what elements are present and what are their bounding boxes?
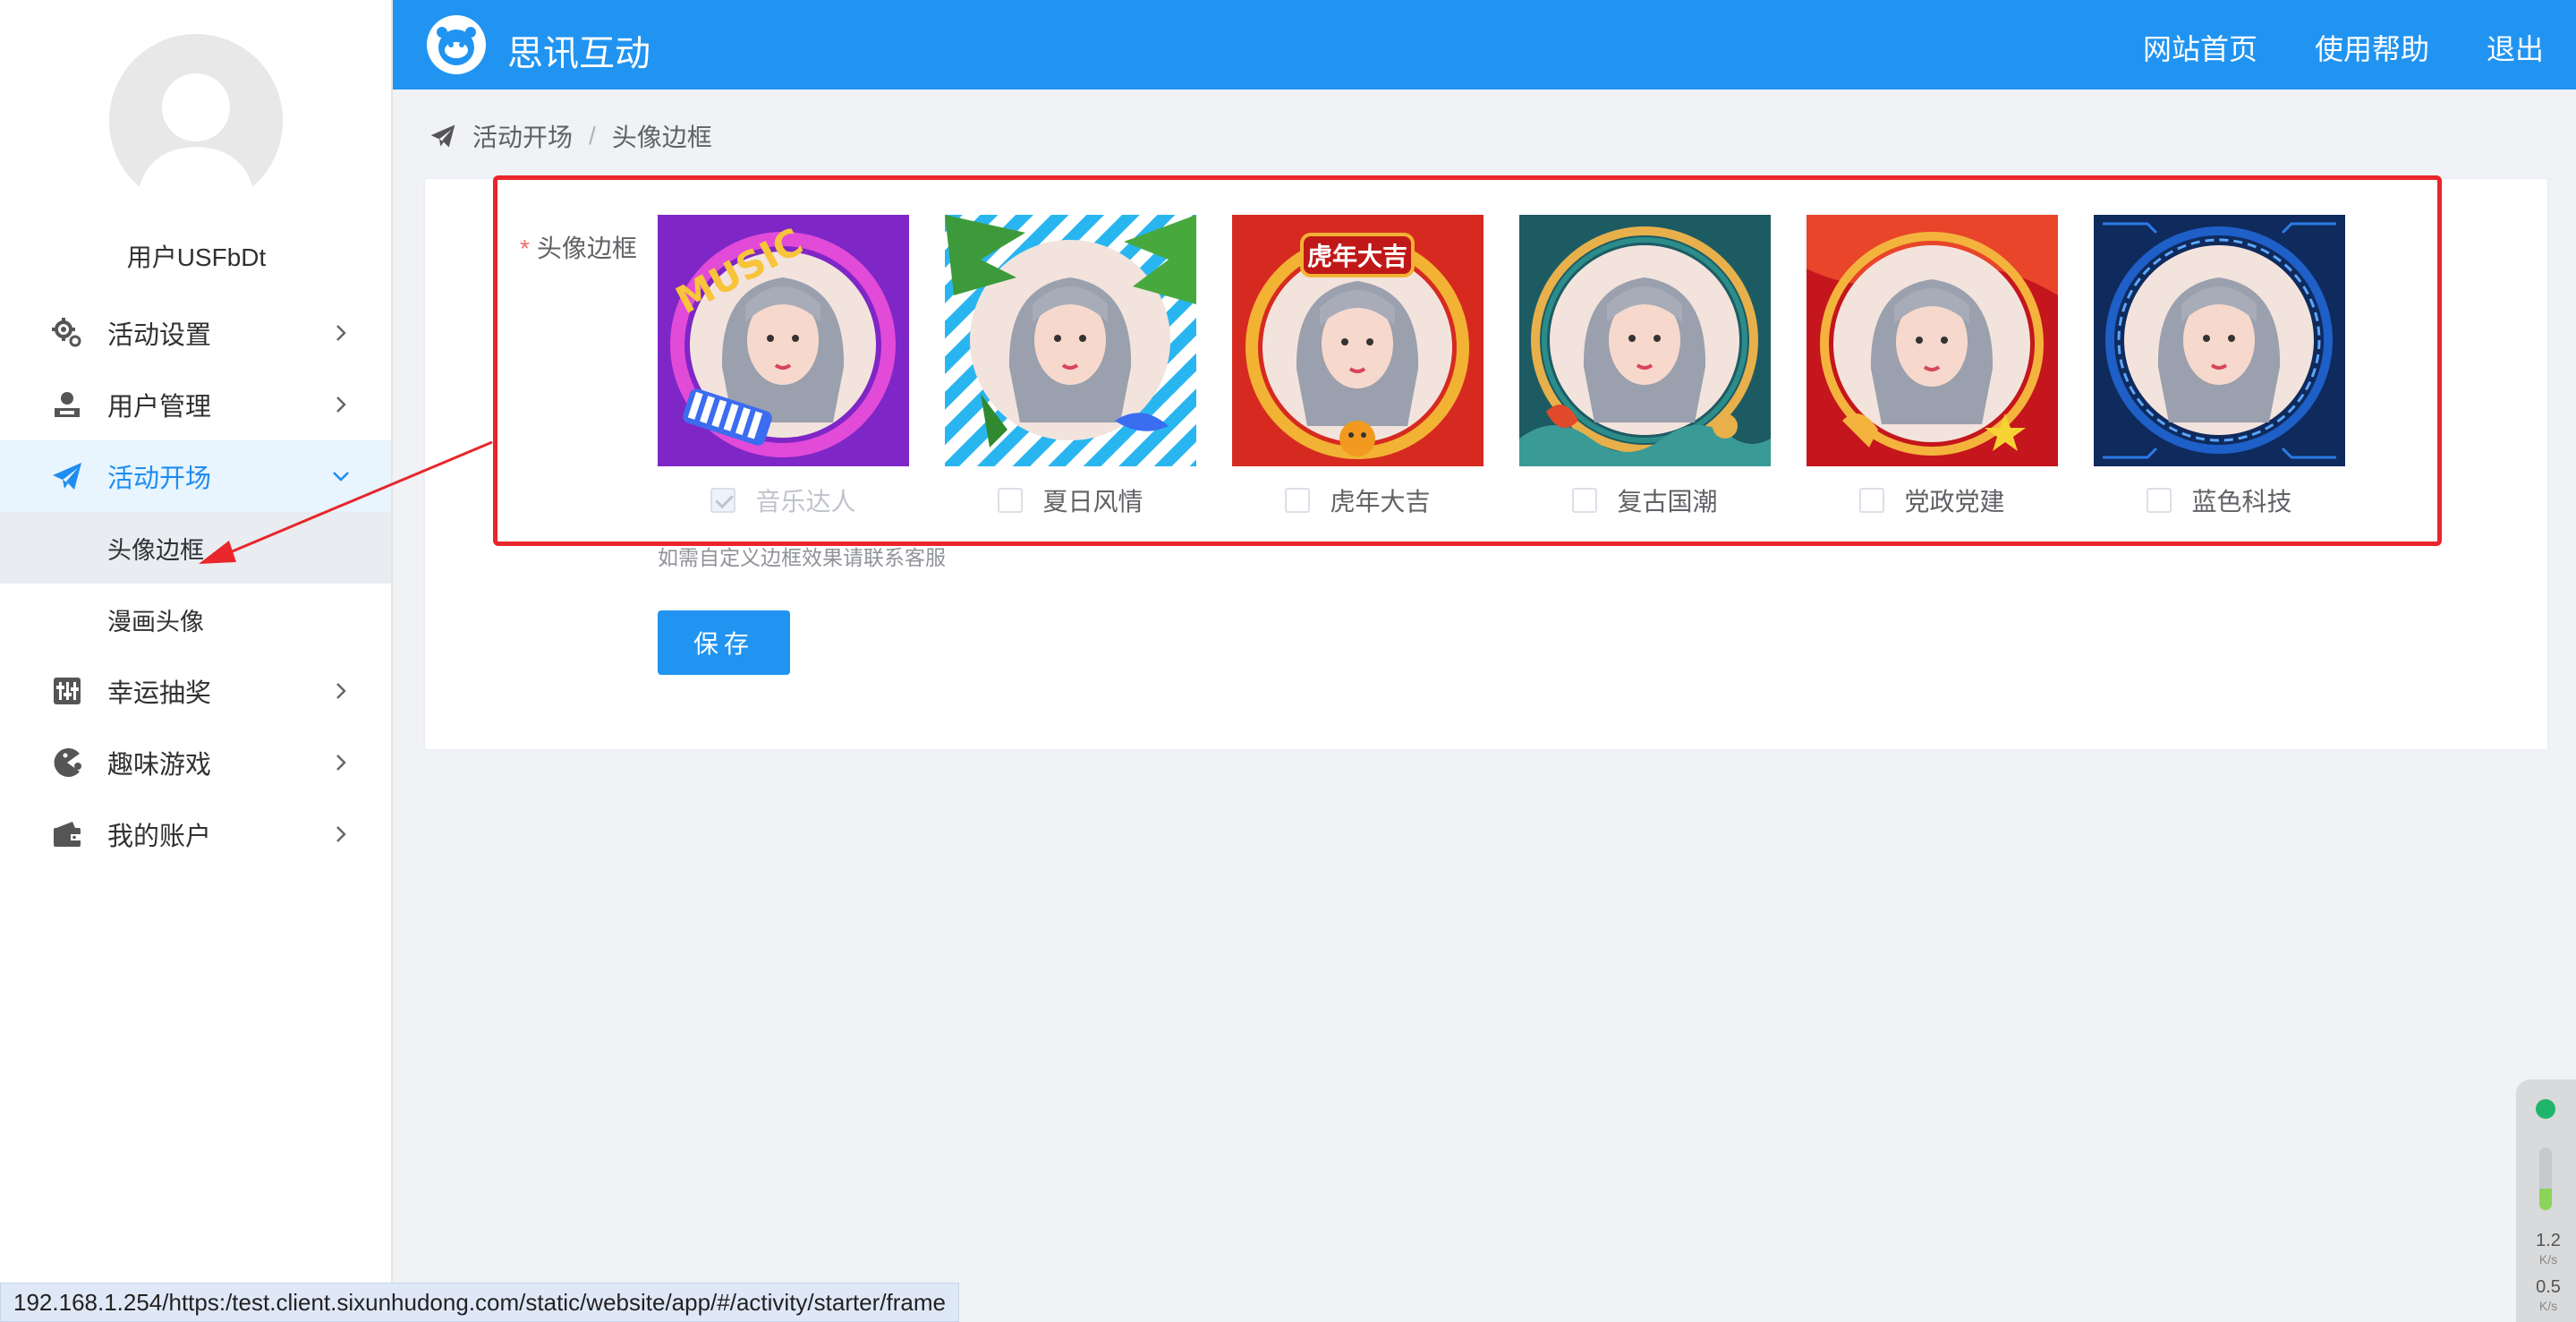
frame-options: MUSIC 音乐达人 夏日风情 虎年大吉 虎年大吉 复古国潮 党政党建 蓝色科技 — [658, 215, 2345, 518]
frame-preview-summer[interactable] — [945, 215, 1196, 466]
menu-label: 活动设置 — [107, 321, 212, 350]
custom-frame-hint: 如需自定义边框效果请联系客服 — [658, 546, 946, 569]
upload-rate: 1.2 K/s — [2523, 1232, 2573, 1268]
menu-label: 幸运抽奖 — [107, 679, 212, 708]
nav-home-link[interactable]: 网站首页 — [2143, 27, 2257, 68]
network-speed-widget[interactable]: 1.2 K/s 0.5 K/s — [2516, 1079, 2576, 1322]
chevron-right-icon — [336, 397, 346, 413]
frame-option: MUSIC 音乐达人 — [658, 215, 909, 518]
user-card-icon — [50, 388, 84, 422]
sidebar-menu: 活动设置 用户管理 活动开场 头像边框 漫画头像 幸运抽奖 趣味游戏 我的账户 — [0, 297, 391, 870]
breadcrumb-current: 头像边框 — [611, 124, 712, 151]
frame-settings-card: * 头像边框 MUSIC 音乐达人 夏日风情 虎年大吉 虎年大吉 复古国潮 党政… — [423, 177, 2549, 751]
frame-checkbox-tiger[interactable]: 虎年大吉 — [1232, 482, 1484, 518]
frame-checkbox-summer[interactable]: 夏日风情 — [945, 482, 1196, 518]
menu-activity-start[interactable]: 活动开场 — [0, 440, 391, 512]
breadcrumb-parent[interactable]: 活动开场 — [472, 118, 573, 154]
frame-checkbox-party[interactable]: 党政党建 — [1807, 482, 2058, 518]
frame-checkbox-tech[interactable]: 蓝色科技 — [2094, 482, 2345, 518]
frame-option: 蓝色科技 — [2094, 215, 2345, 518]
field-label-text: 头像边框 — [536, 235, 637, 262]
menu-label: 我的账户 — [107, 823, 212, 851]
upload-rate-value: 1.2 — [2536, 1231, 2561, 1250]
chevron-right-icon — [336, 683, 346, 699]
checkbox-box[interactable] — [998, 488, 1024, 513]
frame-checkbox-retro[interactable]: 复古国潮 — [1519, 482, 1771, 518]
frame-label: 党政党建 — [1904, 488, 2005, 516]
breadcrumb-separator: / — [589, 122, 596, 149]
field-label: * 头像边框 — [520, 229, 637, 265]
user-avatar[interactable] — [109, 34, 283, 208]
frame-label: 音乐达人 — [755, 488, 856, 516]
frame-option: 虎年大吉 虎年大吉 — [1232, 215, 1484, 518]
chevron-right-icon — [336, 755, 346, 771]
submenu-avatar-frame[interactable]: 头像边框 — [0, 512, 391, 584]
pacman-icon — [50, 746, 84, 780]
paper-plane-icon — [430, 124, 455, 148]
frame-option: 夏日风情 — [945, 215, 1196, 518]
gear-icon — [50, 316, 84, 350]
menu-fun-games[interactable]: 趣味游戏 — [0, 727, 391, 798]
frame-label: 夏日风情 — [1042, 488, 1143, 516]
save-button[interactable]: 保存 — [658, 610, 790, 675]
upload-rate-unit: K/s — [2538, 1252, 2558, 1267]
top-header: 思讯互动 网站首页 使用帮助 退出 — [393, 0, 2576, 90]
menu-label: 活动开场 — [107, 465, 212, 493]
checkbox-box[interactable] — [2147, 488, 2172, 513]
frame-label: 复古国潮 — [1617, 488, 1718, 516]
menu-user-management[interactable]: 用户管理 — [0, 369, 391, 440]
nav-help-link[interactable]: 使用帮助 — [2315, 27, 2429, 68]
checkbox-box[interactable] — [1572, 488, 1598, 513]
menu-label: 用户管理 — [107, 393, 212, 422]
sidebar: 用户USFbDt 活动设置 用户管理 活动开场 头像边框 漫画头像 幸运抽奖 趣… — [0, 0, 393, 1322]
frame-preview-tech[interactable] — [2094, 215, 2345, 466]
frame-option: 复古国潮 — [1519, 215, 1771, 518]
frame-label: 蓝色科技 — [2191, 488, 2292, 516]
frame-checkbox-music[interactable]: 音乐达人 — [658, 482, 909, 518]
frame-option: 党政党建 — [1807, 215, 2058, 518]
menu-label: 趣味游戏 — [107, 751, 212, 780]
required-mark: * — [520, 235, 530, 262]
frame-text-tiger: 虎年大吉 — [1307, 242, 1407, 271]
avatar-placeholder-icon — [109, 34, 283, 208]
status-dot-icon — [2536, 1099, 2555, 1119]
download-rate-value: 0.5 — [2536, 1277, 2561, 1297]
usage-bar-fill — [2539, 1188, 2552, 1210]
brand-logo-icon[interactable] — [427, 15, 486, 74]
sliders-icon — [50, 674, 84, 708]
frame-preview-tiger[interactable]: 虎年大吉 — [1232, 215, 1484, 466]
frame-label: 虎年大吉 — [1330, 488, 1431, 516]
username: 用户USFbDt — [126, 243, 267, 271]
chevron-down-icon — [333, 472, 349, 482]
breadcrumb: 活动开场 / 头像边框 — [429, 118, 712, 154]
download-rate: 0.5 K/s — [2523, 1278, 2573, 1315]
menu-lucky-draw[interactable]: 幸运抽奖 — [0, 655, 391, 727]
checkbox-box[interactable] — [1859, 488, 1885, 513]
submenu-comic-avatar[interactable]: 漫画头像 — [0, 584, 391, 655]
usage-bar — [2539, 1147, 2552, 1210]
chevron-right-icon — [336, 325, 346, 341]
brand-name: 思讯互动 — [507, 34, 650, 73]
checkbox-box[interactable] — [710, 488, 736, 513]
download-rate-unit: K/s — [2538, 1299, 2558, 1313]
menu-activity-settings[interactable]: 活动设置 — [0, 297, 391, 369]
paper-plane-icon — [50, 459, 84, 493]
frame-preview-party[interactable] — [1807, 215, 2058, 466]
frame-preview-retro[interactable] — [1519, 215, 1771, 466]
nav-logout-link[interactable]: 退出 — [2487, 27, 2544, 68]
frame-preview-music[interactable]: MUSIC — [658, 215, 909, 466]
checkbox-box[interactable] — [1285, 488, 1311, 513]
browser-status-url: 192.168.1.254/https:/test.client.sixunhu… — [0, 1283, 960, 1322]
menu-my-account[interactable]: 我的账户 — [0, 798, 391, 870]
header-nav: 网站首页 使用帮助 退出 — [2143, 27, 2544, 68]
chevron-right-icon — [336, 826, 346, 842]
wallet-icon — [50, 817, 84, 851]
